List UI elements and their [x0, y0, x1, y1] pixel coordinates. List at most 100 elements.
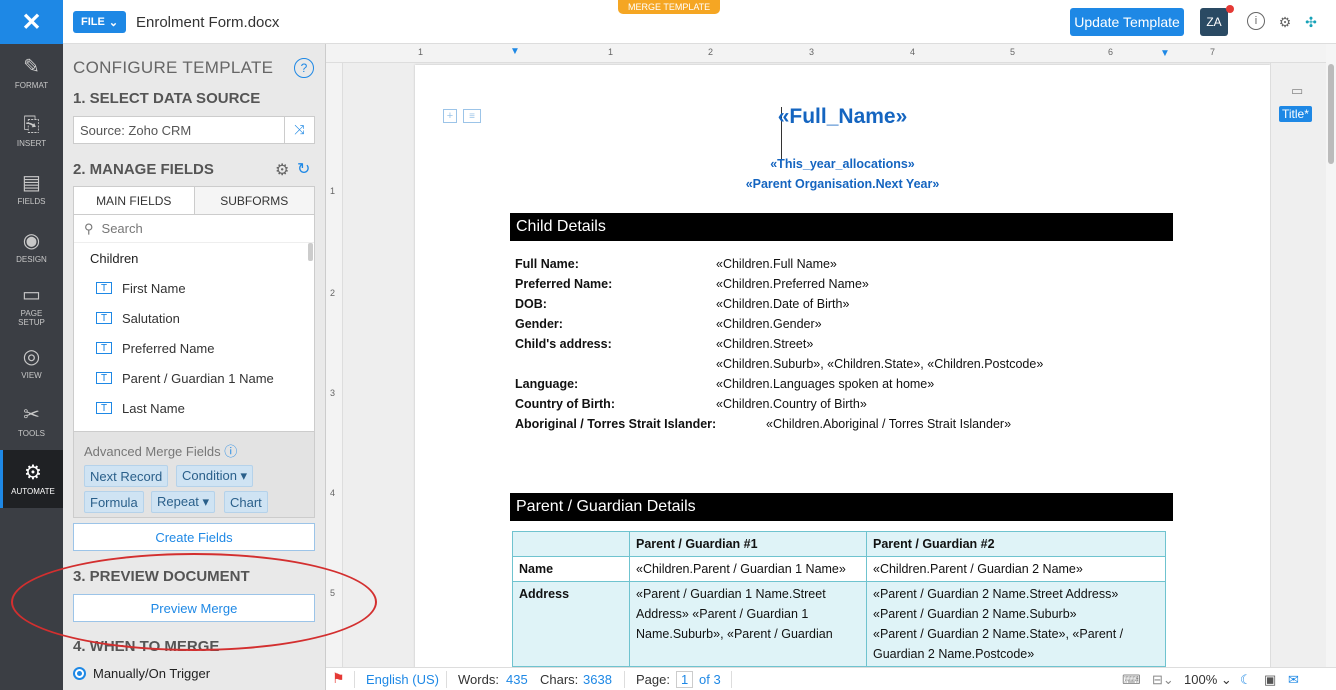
page-number[interactable]: 1: [676, 671, 694, 688]
label: Full Name:: [515, 257, 579, 271]
ruler-mark: 7: [1210, 47, 1216, 57]
language-selector[interactable]: English (US): [366, 672, 439, 687]
scrollbar-thumb[interactable]: [1328, 64, 1334, 164]
rail-format[interactable]: ✎ FORMAT: [0, 44, 63, 102]
keyboard-icon[interactable]: ⌨: [1122, 672, 1141, 688]
table-cell[interactable]: «Parent / Guardian 2 Name.Street Address…: [866, 581, 1166, 667]
merge-field[interactable]: «Children.Date of Birth»: [716, 297, 849, 311]
field-label: Last Name: [122, 400, 185, 416]
translate-button[interactable]: ZA: [1200, 8, 1228, 36]
chart-chip[interactable]: Chart: [224, 491, 268, 513]
document-name[interactable]: Enrolment Form.docx: [136, 14, 279, 31]
condition-chip[interactable]: Condition ▾: [176, 465, 254, 487]
ruler-mark: 4: [330, 488, 336, 498]
words-label: Words:: [458, 672, 499, 687]
next-record-chip[interactable]: Next Record: [84, 465, 169, 487]
notification-dot: [1226, 5, 1234, 13]
field-search[interactable]: ⚲ Search: [74, 215, 314, 243]
highlight-annotation: [11, 553, 377, 651]
refresh-icon[interactable]: ↻: [297, 159, 310, 179]
zoom-selector[interactable]: 100% ⌄: [1184, 672, 1232, 688]
zoom-value: 100%: [1184, 672, 1218, 687]
layout-options-icon[interactable]: ⊟⌄: [1152, 672, 1174, 688]
rail-tools[interactable]: ✂ TOOLS: [0, 392, 63, 450]
info-icon[interactable]: ⓘ: [224, 444, 237, 459]
tab-subforms[interactable]: SUBFORMS: [194, 187, 314, 214]
table-cell[interactable]: «Children.Parent / Guardian 2 Name»: [866, 556, 1166, 582]
merge-field-allocations[interactable]: «This_year_allocations»: [415, 157, 1270, 171]
help-icon[interactable]: ?: [294, 58, 314, 78]
apps-icon[interactable]: ✣: [1301, 12, 1321, 32]
step-manage-fields: 2. MANAGE FIELDS: [73, 161, 214, 178]
update-template-button[interactable]: Update Template: [1070, 8, 1184, 36]
title-style-chip[interactable]: Title*: [1279, 106, 1312, 122]
formula-chip[interactable]: Formula: [84, 491, 144, 513]
error-icon[interactable]: ⚑: [332, 670, 345, 687]
data-source-value: Source: Zoho CRM: [80, 122, 192, 138]
rail-design[interactable]: ◉ DESIGN: [0, 218, 63, 276]
settings-icon[interactable]: ⚙: [275, 160, 289, 180]
table-cell[interactable]: «Children.Parent / Guardian 1 Name»: [629, 556, 867, 582]
merge-field-parent-org[interactable]: «Parent Organisation.Next Year»: [415, 177, 1270, 191]
rail-view[interactable]: ◎ VIEW: [0, 334, 63, 392]
table-cell[interactable]: «Parent / Guardian 1 Name.Street Address…: [629, 581, 867, 667]
close-button[interactable]: ✕: [0, 0, 63, 44]
merge-field-full-name[interactable]: «Full_Name»: [415, 105, 1270, 129]
merge-field[interactable]: «Children.Aboriginal / Torres Strait Isl…: [766, 417, 1011, 431]
radio-selected[interactable]: [73, 667, 86, 680]
ruler-mark: 4: [910, 47, 916, 57]
divider: [624, 671, 625, 688]
step-select-data-source: 1. SELECT DATA SOURCE: [73, 90, 261, 107]
list-item[interactable]: T Last Name: [74, 393, 314, 423]
search-input[interactable]: Search: [102, 221, 143, 236]
list-item[interactable]: T Parent / Guardian 1 Name: [74, 363, 314, 393]
field-label: Parent / Guardian 1 Name: [122, 370, 274, 386]
list-item[interactable]: T Salutation: [74, 303, 314, 333]
gear-icon[interactable]: ⚙: [1275, 12, 1295, 32]
repeat-chip[interactable]: Repeat ▾: [151, 491, 216, 513]
layout-icon[interactable]: ▭: [1291, 83, 1303, 99]
list-item[interactable]: T Preferred Name: [74, 333, 314, 363]
merge-field[interactable]: «Children.Street»: [716, 337, 813, 351]
merge-field[interactable]: «Children.Preferred Name»: [716, 277, 869, 291]
night-mode-icon[interactable]: ☾: [1240, 672, 1252, 688]
merge-field[interactable]: «Children.Suburb», «Children.State», «Ch…: [716, 357, 1043, 371]
field-label: Salutation: [122, 310, 180, 326]
vertical-scrollbar[interactable]: [1326, 44, 1336, 667]
file-menu-button[interactable]: FILE ⌄: [73, 11, 126, 33]
ruler-mark: 1: [608, 47, 614, 57]
info-icon[interactable]: i: [1247, 12, 1265, 30]
horizontal-ruler: 1 1 2 3 4 5 6 7 ▼ ▼: [326, 44, 1326, 63]
merge-field[interactable]: «Children.Gender»: [716, 317, 822, 331]
rail-automate[interactable]: ⚙ AUTOMATE: [0, 450, 63, 508]
merge-field[interactable]: «Children.Languages spoken at home»: [716, 377, 934, 391]
data-source-field[interactable]: Source: Zoho CRM ⤨: [73, 116, 315, 144]
rail-label-automate: AUTOMATE: [11, 487, 55, 496]
rail-insert[interactable]: ⎘ INSERT: [0, 102, 63, 160]
palette-icon: ◉: [22, 230, 41, 252]
tab-main-fields[interactable]: MAIN FIELDS: [74, 187, 195, 214]
text-field-icon: T: [96, 402, 112, 414]
document-canvas: + ≡ «Full_Name» «This_year_allocations» …: [343, 63, 1270, 667]
page-number-input[interactable]: 1: [676, 671, 694, 688]
rail-page-setup[interactable]: ▭ PAGE SETUP: [0, 276, 63, 334]
text-field-icon: T: [96, 372, 112, 384]
right-indent-marker[interactable]: ▼: [1160, 48, 1170, 59]
mail-icon[interactable]: ✉: [1288, 672, 1299, 688]
merge-field[interactable]: «Children.Full Name»: [716, 257, 837, 271]
list-item[interactable]: T First Name: [74, 273, 314, 303]
eye-icon: ◎: [22, 346, 41, 368]
rail-fields[interactable]: ▤ FIELDS: [0, 160, 63, 218]
shuffle-icon[interactable]: ⤨: [284, 117, 314, 143]
table-header-cell: [512, 531, 630, 557]
section-header-child: Child Details: [510, 213, 1173, 241]
field-label: Preferred Name: [122, 340, 215, 356]
merge-field[interactable]: «Children.Country of Birth»: [716, 397, 867, 411]
left-indent-marker[interactable]: ▼: [510, 46, 520, 57]
merge-trigger-radio[interactable]: Manually/On Trigger: [73, 666, 210, 681]
sidebar-toggle-icon[interactable]: ▣: [1264, 672, 1276, 688]
fields-scrollbar[interactable]: [308, 243, 313, 261]
ruler-mark: 6: [1108, 47, 1114, 57]
document-page[interactable]: + ≡ «Full_Name» «This_year_allocations» …: [415, 65, 1270, 667]
create-fields-button[interactable]: Create Fields: [73, 523, 315, 551]
